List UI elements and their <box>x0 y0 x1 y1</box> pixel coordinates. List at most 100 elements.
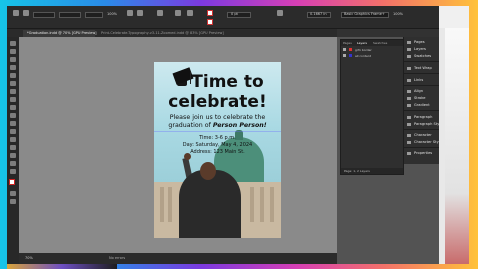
selection-tool-icon[interactable] <box>10 41 16 46</box>
panel-item-label: Align <box>414 89 424 93</box>
panel-item-label: Properties <box>414 151 433 155</box>
status-bar: 70% No errors <box>19 253 337 264</box>
direct-selection-tool-icon[interactable] <box>10 49 16 54</box>
panel-item-align[interactable]: Align <box>407 88 423 94</box>
panel-item-label: Links <box>414 78 424 82</box>
layer-row[interactable]: grfx border <box>341 48 403 53</box>
hand-tool-icon[interactable] <box>10 161 16 166</box>
column-image <box>270 187 274 222</box>
tab-celebrate-label: Print-Celebrate-Typography-v3-11-Zoomed.… <box>101 31 224 35</box>
align-icon <box>407 89 411 93</box>
status-zoom[interactable]: 70% <box>25 256 33 260</box>
apply-color-icon[interactable] <box>10 191 16 196</box>
scale-x-field[interactable] <box>85 12 103 18</box>
event-address: Address: 123 Main St. <box>190 149 245 155</box>
tab-celebrate-typography[interactable]: Print-Celebrate-Typography-v3-11-Zoomed.… <box>97 30 224 37</box>
graduate-name: Person Person! <box>212 122 267 129</box>
note-tool-icon[interactable] <box>10 145 16 150</box>
selection-icon[interactable] <box>13 10 19 16</box>
panel-item-character[interactable]: Character <box>407 132 432 138</box>
effects-icon[interactable] <box>277 10 283 16</box>
panel-item-swatches[interactable]: Swatches <box>407 53 431 59</box>
panel-item-label: Pages <box>414 40 425 44</box>
eye-icon[interactable] <box>343 54 346 57</box>
fill-stroke-swatch-icon[interactable] <box>9 179 15 185</box>
event-time: Time: 3-6 p.m. <box>199 135 236 141</box>
panel-item-label: Gradient <box>414 103 430 107</box>
tools-panel <box>7 37 19 264</box>
background-window-content <box>445 28 469 264</box>
layer-color-icon <box>348 54 352 57</box>
graduate-gown-image <box>179 170 241 238</box>
intro-line-1: Please join us to celebrate the <box>169 114 266 121</box>
type-tool-icon[interactable] <box>10 73 16 78</box>
eyedropper-tool-icon[interactable] <box>10 153 16 158</box>
headline-line-2: celebrate! <box>168 92 267 112</box>
stroke-swatch-icon[interactable] <box>207 19 213 25</box>
panel-item-gradient[interactable]: Gradient <box>407 102 430 108</box>
panel-item-paragraph[interactable]: Paragraph <box>407 114 432 120</box>
panel-item-label: Swatches <box>414 54 432 58</box>
width-field[interactable] <box>59 12 81 18</box>
gradient-tool-icon[interactable] <box>10 137 16 142</box>
scissors-tool-icon[interactable] <box>10 121 16 126</box>
fill-swatch-icon[interactable] <box>207 10 213 16</box>
select-content-icon[interactable] <box>187 10 193 16</box>
panel-item-links[interactable]: Links <box>407 77 423 83</box>
shear-icon[interactable] <box>137 10 143 16</box>
rectangle-tool-icon[interactable] <box>10 113 16 118</box>
character-icon <box>407 133 411 137</box>
links-icon <box>407 78 411 82</box>
page-tool-icon[interactable] <box>10 57 16 62</box>
x-position-field[interactable] <box>33 12 55 18</box>
pages-icon <box>407 40 411 44</box>
object-style-label: Basic Graphics Frame+ <box>344 12 385 16</box>
free-transform-tool-icon[interactable] <box>10 129 16 134</box>
layer-color-icon <box>348 48 352 51</box>
layers-panel-tabs: Pages Layers Swatches <box>341 40 403 46</box>
intro-prefix: graduation of <box>168 122 211 129</box>
panel-item-layers[interactable]: Layers <box>407 46 426 52</box>
preflight-status[interactable]: No errors <box>109 256 125 260</box>
tab-swatches[interactable]: Swatches <box>373 40 387 46</box>
panel-item-text-wrap[interactable]: Text Wrap <box>407 65 432 71</box>
headline-line-1: Time to <box>191 72 264 92</box>
reference-point-icon[interactable] <box>23 10 29 16</box>
rectangle-frame-tool-icon[interactable] <box>10 105 16 110</box>
properties-icon <box>407 151 411 155</box>
tab-pages[interactable]: Pages <box>343 40 352 46</box>
stroke-weight-value: 0 pt <box>231 12 238 16</box>
eye-icon[interactable] <box>343 48 346 51</box>
panel-item-label: Text Wrap <box>414 66 432 70</box>
layer-row[interactable]: all content <box>341 54 403 59</box>
character-styles-icon <box>407 140 411 144</box>
paragraph-icon <box>407 115 411 119</box>
line-tool-icon[interactable] <box>10 81 16 86</box>
gap-tool-icon[interactable] <box>10 65 16 70</box>
panel-item-stroke[interactable]: Stroke <box>407 95 425 101</box>
pencil-tool-icon[interactable] <box>10 97 16 102</box>
panel-item-pages[interactable]: Pages <box>407 39 425 45</box>
opacity-readout[interactable]: 100% <box>393 12 403 16</box>
pen-tool-icon[interactable] <box>10 89 16 94</box>
flyer-page[interactable]: Time to celebrate! Please join us to cel… <box>154 62 281 238</box>
layer-name: grfx border <box>354 48 372 52</box>
rotate-icon[interactable] <box>127 10 133 16</box>
text-wrap-icon <box>407 66 411 70</box>
flip-icon[interactable] <box>157 10 163 16</box>
background-window-titlebar <box>439 6 469 28</box>
paragraph-styles-icon <box>407 122 411 126</box>
column-image <box>160 187 164 222</box>
swatches-icon <box>407 54 411 58</box>
zoom-tool-icon[interactable] <box>10 169 16 174</box>
panel-item-properties[interactable]: Properties <box>407 150 432 156</box>
guide-line <box>154 131 281 132</box>
screen-mode-icon[interactable] <box>10 199 16 204</box>
select-container-icon[interactable] <box>175 10 181 16</box>
zoom-readout[interactable]: 100% <box>107 12 117 16</box>
tab-graduation[interactable]: *Graduation.indd @ 70% [GPU Preview] <box>23 30 97 37</box>
layers-footer-text: Page: 1, 2 Layers <box>344 169 370 173</box>
tab-layers[interactable]: Layers <box>357 40 367 46</box>
column-image <box>250 187 254 222</box>
position-readout: 0.1667 in <box>310 12 327 16</box>
